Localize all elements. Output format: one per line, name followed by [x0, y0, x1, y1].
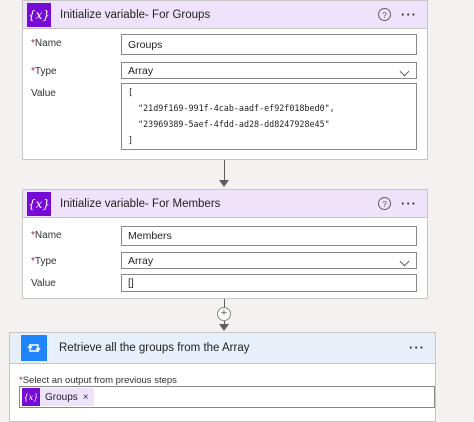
- value-line-3: "23969389-5aef-4fdd-ad28-dd8247928e45": [128, 119, 330, 129]
- card-init-groups: {x} Initialize variable- For Groups ? ··…: [22, 0, 428, 160]
- type-select[interactable]: Array: [121, 62, 417, 79]
- card-title: Retrieve all the groups from the Array: [59, 342, 250, 354]
- name-label: *Name: [31, 230, 62, 241]
- type-select-value: Array: [128, 254, 154, 267]
- output-input[interactable]: {x} Groups ×: [19, 386, 435, 408]
- connector-line: [224, 160, 225, 180]
- chevron-down-icon: [399, 66, 410, 77]
- type-label: *Type: [31, 256, 57, 267]
- name-input[interactable]: Members: [121, 226, 417, 246]
- value-input[interactable]: [ "21d9f169-991f-4cab-aadf-ef92f018bed0"…: [121, 83, 417, 150]
- chevron-down-icon: [399, 256, 410, 267]
- card-apply-to-each: Retrieve all the groups from the Array ·…: [9, 332, 436, 422]
- variable-icon: {x}: [22, 388, 40, 406]
- card-title: Initialize variable- For Members: [60, 197, 221, 210]
- token-label: Groups: [45, 391, 78, 403]
- value-label: Value: [31, 278, 56, 289]
- card-header-init-groups[interactable]: {x} Initialize variable- For Groups ? ··…: [23, 1, 427, 29]
- type-select-value: Array: [128, 64, 154, 77]
- connector-arrow-icon: [219, 324, 229, 331]
- add-step-plus-icon[interactable]: +: [217, 307, 231, 321]
- more-options-icon[interactable]: ···: [401, 197, 417, 210]
- value-line-4: ]: [128, 135, 134, 145]
- more-options-icon[interactable]: ···: [401, 8, 417, 21]
- name-label: *Name: [31, 38, 62, 49]
- card-title: Initialize variable- For Groups: [60, 8, 211, 21]
- dynamic-content-token[interactable]: {x} Groups ×: [22, 388, 94, 406]
- type-label: *Type: [31, 66, 57, 77]
- card-init-members: {x} Initialize variable- For Members ? ·…: [22, 189, 428, 299]
- close-icon[interactable]: ×: [83, 392, 89, 403]
- variable-icon: {x}: [27, 191, 51, 216]
- more-options-icon[interactable]: ···: [409, 341, 425, 354]
- card-header-init-members[interactable]: {x} Initialize variable- For Members ? ·…: [23, 190, 427, 218]
- value-line-2: "21d9f169-991f-4cab-aadf-ef92f018bed0",: [128, 103, 335, 113]
- help-icon[interactable]: ?: [378, 197, 391, 210]
- help-icon[interactable]: ?: [378, 8, 391, 21]
- loop-icon: [21, 335, 47, 361]
- value-label: Value: [31, 88, 56, 99]
- value-input[interactable]: []: [121, 274, 417, 292]
- card-header-apply-to-each[interactable]: Retrieve all the groups from the Array ·…: [10, 333, 435, 364]
- name-input[interactable]: Groups: [121, 34, 417, 55]
- variable-icon: {x}: [27, 2, 51, 27]
- connector-arrow-icon: [219, 180, 229, 187]
- value-line-1: [: [128, 87, 134, 97]
- output-label: *Select an output from previous steps: [19, 375, 177, 386]
- type-select[interactable]: Array: [121, 252, 417, 269]
